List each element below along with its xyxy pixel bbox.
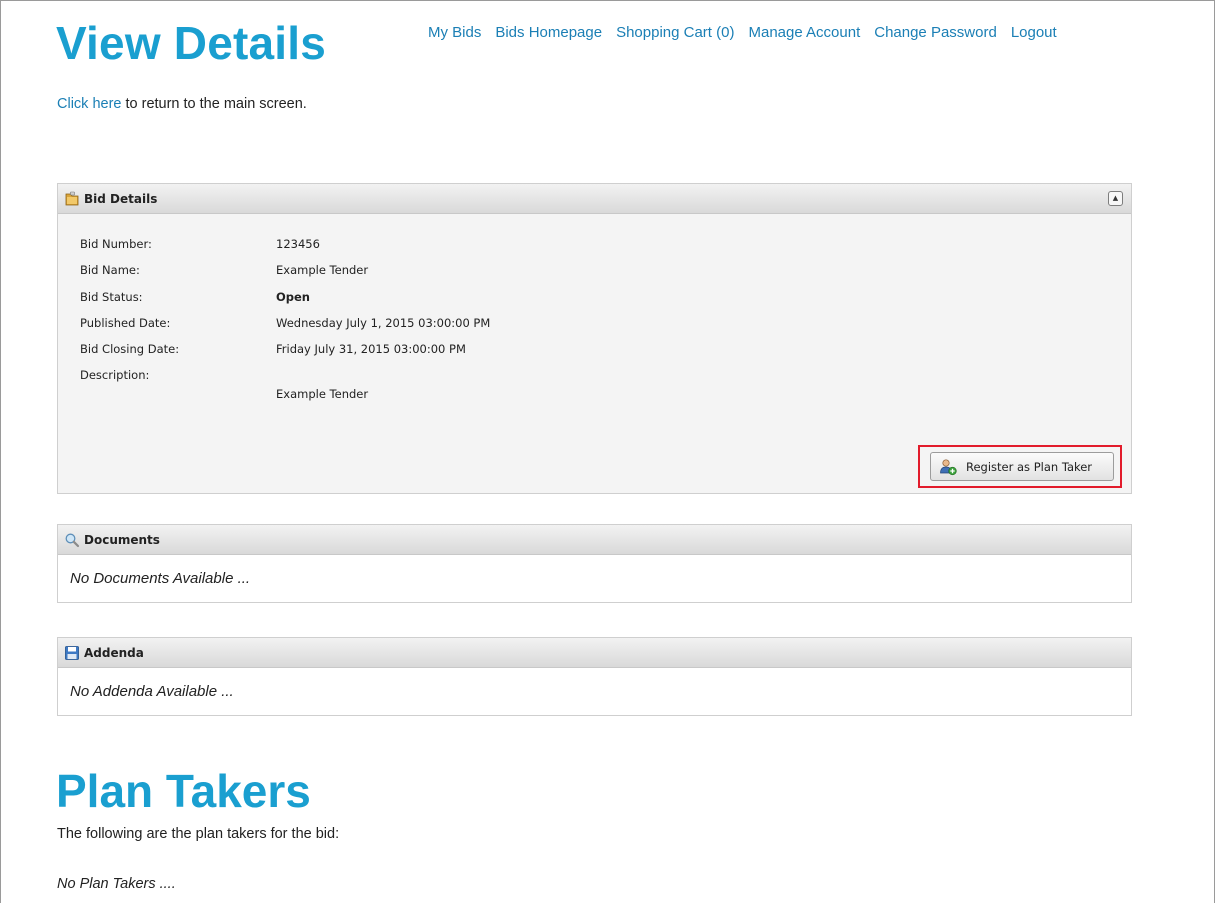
bid-details-body: Bid Number: 123456 Bid Name: Example Ten… (58, 214, 1131, 493)
nav-bids-homepage[interactable]: Bids Homepage (495, 24, 602, 41)
bid-name-label: Bid Name: (80, 263, 140, 277)
documents-empty-message: No Documents Available ... (70, 570, 251, 587)
published-date-label: Published Date: (80, 316, 171, 330)
bid-details-panel: Bid Details ▲ Bid Number: 123456 Bid Nam… (57, 183, 1132, 494)
return-instruction: Click here to return to the main screen. (57, 96, 307, 112)
description-value: Example Tender (276, 387, 369, 401)
addenda-heading: Addenda (84, 645, 144, 660)
window-border-top (0, 0, 1215, 1)
return-text: to return to the main screen. (121, 96, 307, 112)
search-icon (64, 532, 80, 548)
plan-takers-title: Plan Takers (56, 765, 311, 817)
user-add-icon (939, 458, 957, 476)
nav-logout[interactable]: Logout (1011, 24, 1057, 41)
closing-date-value: Friday July 31, 2015 03:00:00 PM (276, 342, 466, 356)
published-date-value: Wednesday July 1, 2015 03:00:00 PM (276, 316, 491, 330)
documents-panel: Documents No Documents Available ... (57, 524, 1132, 603)
bid-number-value: 123456 (276, 237, 320, 251)
bid-name-value: Example Tender (276, 263, 369, 277)
window-border-left (0, 0, 1, 903)
bid-status-value: Open (276, 290, 310, 304)
bid-details-heading: Bid Details (84, 191, 158, 206)
description-label: Description: (80, 368, 150, 382)
nav-manage-account[interactable]: Manage Account (748, 24, 860, 41)
bid-details-header: Bid Details ▲ (58, 184, 1131, 214)
folder-icon (64, 191, 80, 207)
documents-heading: Documents (84, 532, 160, 547)
bid-number-label: Bid Number: (80, 237, 152, 251)
page-title: View Details (56, 17, 327, 69)
plan-takers-intro: The following are the plan takers for th… (57, 826, 340, 842)
plan-takers-empty-message: No Plan Takers .... (57, 876, 176, 892)
addenda-panel: Addenda No Addenda Available ... (57, 637, 1132, 716)
top-navigation: My Bids Bids Homepage Shopping Cart (0) … (428, 24, 1071, 41)
register-plan-taker-button[interactable]: Register as Plan Taker (930, 452, 1114, 481)
documents-header: Documents (58, 525, 1131, 555)
collapse-up-icon[interactable]: ▲ (1108, 191, 1123, 206)
nav-my-bids[interactable]: My Bids (428, 24, 481, 41)
addenda-empty-message: No Addenda Available ... (70, 683, 234, 700)
nav-shopping-cart[interactable]: Shopping Cart (0) (616, 24, 734, 41)
nav-change-password[interactable]: Change Password (874, 24, 997, 41)
closing-date-label: Bid Closing Date: (80, 342, 180, 356)
disk-icon (64, 645, 80, 661)
return-link[interactable]: Click here (57, 96, 121, 112)
bid-status-label: Bid Status: (80, 290, 143, 304)
register-button-label: Register as Plan Taker (966, 459, 1093, 474)
addenda-header: Addenda (58, 638, 1131, 668)
